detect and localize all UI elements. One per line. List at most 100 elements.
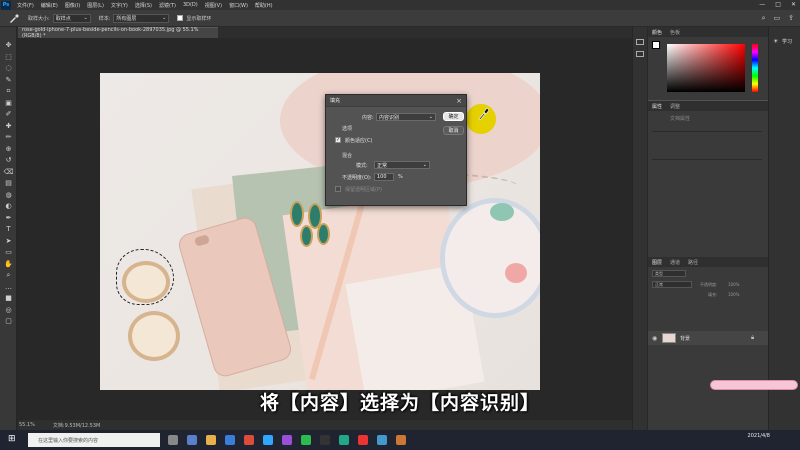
chrome-icon[interactable] xyxy=(244,435,254,445)
store-icon[interactable] xyxy=(225,435,235,445)
document-tab[interactable]: rose-gold-iphone-7-plus-beside-pencils-o… xyxy=(18,27,218,39)
menu-item[interactable]: 文件(F) xyxy=(17,2,34,9)
document-info: 文档:9.53M/12.53M xyxy=(52,422,101,429)
dodge-tool-icon[interactable]: ◐ xyxy=(3,202,14,210)
preserve-transparency-checkbox[interactable] xyxy=(335,186,341,192)
eyedropper-tool-icon[interactable]: ✐ xyxy=(3,110,14,118)
opacity-input[interactable]: 100 xyxy=(374,173,394,181)
windows-start-icon[interactable]: ⊞ xyxy=(8,434,16,444)
jar-lid-2 xyxy=(128,311,180,361)
minimize-button[interactable]: — xyxy=(759,1,765,8)
menu-item[interactable]: 帮助(H) xyxy=(255,2,273,9)
app-icon[interactable] xyxy=(320,435,330,445)
menu-item[interactable]: 3D(D) xyxy=(183,2,198,9)
app-icon[interactable] xyxy=(396,435,406,445)
tab-channels[interactable]: 通道 xyxy=(670,259,680,266)
menu-item[interactable]: 选择(S) xyxy=(135,2,152,9)
tab-layers[interactable]: 图层 xyxy=(652,259,662,266)
foreground-color-swatch[interactable] xyxy=(652,41,660,49)
zoom-level[interactable]: 55.1% xyxy=(19,422,35,428)
tab-swatches[interactable]: 色板 xyxy=(670,29,680,36)
dialog-titlebar[interactable]: 填充 xyxy=(326,95,466,107)
show-ring-checkbox[interactable] xyxy=(177,15,184,21)
taskbar-apps xyxy=(168,435,406,445)
tab-paths[interactable]: 路径 xyxy=(688,259,698,266)
menu-item[interactable]: 图层(L) xyxy=(87,2,104,9)
cancel-button[interactable]: 取消 xyxy=(443,126,464,135)
history-icon[interactable] xyxy=(636,39,644,45)
brush-tool-icon[interactable]: ✏ xyxy=(3,133,14,141)
screen-mode-tool-icon[interactable]: ▢ xyxy=(3,317,14,325)
photoshop-taskbar-icon[interactable] xyxy=(263,435,273,445)
eraser-tool-icon[interactable]: ⌫ xyxy=(3,168,14,176)
layers-opacity-value[interactable]: 100% xyxy=(728,282,739,287)
workspace-icon[interactable]: ▭ xyxy=(774,14,781,23)
search-icon[interactable]: ⌕ xyxy=(762,14,766,23)
menu-item[interactable]: 视图(V) xyxy=(205,2,222,9)
hand-tool-icon[interactable]: ✋ xyxy=(3,260,14,268)
rectangle-tool-icon[interactable]: ▭ xyxy=(3,248,14,256)
color-swatches-tool-icon[interactable]: ■ xyxy=(3,294,14,302)
zoom-tool-icon[interactable]: ⌕ xyxy=(3,271,14,279)
layers-fill-value[interactable]: 100% xyxy=(728,292,739,297)
task-view-icon[interactable] xyxy=(168,435,178,445)
blur-tool-icon[interactable]: ◍ xyxy=(3,191,14,199)
app-icon[interactable] xyxy=(339,435,349,445)
blend-mode-select[interactable]: 正常 xyxy=(652,281,692,288)
menu-item[interactable]: 滤镜(T) xyxy=(159,2,176,9)
color-picker-field[interactable] xyxy=(667,44,745,92)
layer-kind-filter[interactable]: 类型 xyxy=(652,270,686,277)
edge-icon[interactable] xyxy=(187,435,197,445)
move-tool-icon[interactable]: ✥ xyxy=(3,41,14,49)
mode-select[interactable]: 正常 ⌄ xyxy=(374,161,430,169)
learn-label[interactable]: 学习 xyxy=(782,38,792,45)
menu-item[interactable]: 图像(I) xyxy=(65,2,80,9)
app-icon[interactable] xyxy=(377,435,387,445)
sample-select[interactable]: 所有图层 ⌄ xyxy=(113,13,170,23)
premiere-icon[interactable] xyxy=(282,435,292,445)
wechat-icon[interactable] xyxy=(301,435,311,445)
hue-slider[interactable] xyxy=(752,44,758,92)
sample-size-select[interactable]: 取样点 ⌄ xyxy=(52,13,91,23)
color-adapt-checkbox[interactable]: ✓ xyxy=(335,137,341,143)
healing-tool-icon[interactable]: ✚ xyxy=(3,122,14,130)
pen-tool-icon[interactable]: ✒ xyxy=(3,214,14,222)
taskbar-search-input[interactable]: 在这里输入你要搜索的内容 xyxy=(28,433,160,447)
more-tool-icon[interactable]: … xyxy=(3,283,14,291)
properties-icon[interactable] xyxy=(636,51,644,57)
type-tool-icon[interactable]: T xyxy=(3,225,14,233)
taskbar-clock[interactable]: 2021/4/8 xyxy=(748,432,770,440)
close-icon[interactable]: × xyxy=(456,97,462,105)
path-select-tool-icon[interactable]: ➤ xyxy=(3,237,14,245)
lock-icon: 🔒︎ xyxy=(751,334,755,341)
eye-icon[interactable]: ◉ xyxy=(652,335,657,342)
app-icon[interactable] xyxy=(358,435,368,445)
tab-adjustments[interactable]: 调整 xyxy=(670,103,680,110)
file-explorer-icon[interactable] xyxy=(206,435,216,445)
blending-label: 混合 xyxy=(342,153,353,159)
eyedropper-tool-icon[interactable] xyxy=(8,13,20,23)
tab-color[interactable]: 颜色 xyxy=(652,29,662,36)
menu-item[interactable]: 窗口(W) xyxy=(229,2,248,9)
clone-stamp-tool-icon[interactable]: ⊕ xyxy=(3,145,14,153)
floral-tin xyxy=(440,198,540,318)
ok-button[interactable]: 确定 xyxy=(443,112,464,121)
crop-tool-icon[interactable]: ⌗ xyxy=(3,87,14,95)
history-brush-tool-icon[interactable]: ↺ xyxy=(3,156,14,164)
marquee-tool-icon[interactable]: ⬚ xyxy=(3,53,14,61)
lasso-tool-icon[interactable]: ◌ xyxy=(3,64,14,72)
menu-item[interactable]: 文字(Y) xyxy=(111,2,128,9)
lightbulb-icon: ☀ xyxy=(773,38,779,45)
layers-panel-tabs: 图层 通道 路径 xyxy=(648,257,768,267)
sample-size-label: 取样大小: xyxy=(28,15,50,22)
maximize-button[interactable]: □ xyxy=(775,1,781,8)
quick-select-tool-icon[interactable]: ✎ xyxy=(3,76,14,84)
frame-tool-icon[interactable]: ▣ xyxy=(3,99,14,107)
menu-item[interactable]: 编辑(E) xyxy=(41,2,58,9)
close-button[interactable]: ✕ xyxy=(791,1,796,8)
share-icon[interactable]: ⇪ xyxy=(788,14,794,23)
quick-mask-tool-icon[interactable]: ◎ xyxy=(3,306,14,314)
tab-properties[interactable]: 属性 xyxy=(652,103,662,110)
content-select[interactable]: 内容识别 ⌄ xyxy=(376,113,436,121)
gradient-tool-icon[interactable]: ▤ xyxy=(3,179,14,187)
